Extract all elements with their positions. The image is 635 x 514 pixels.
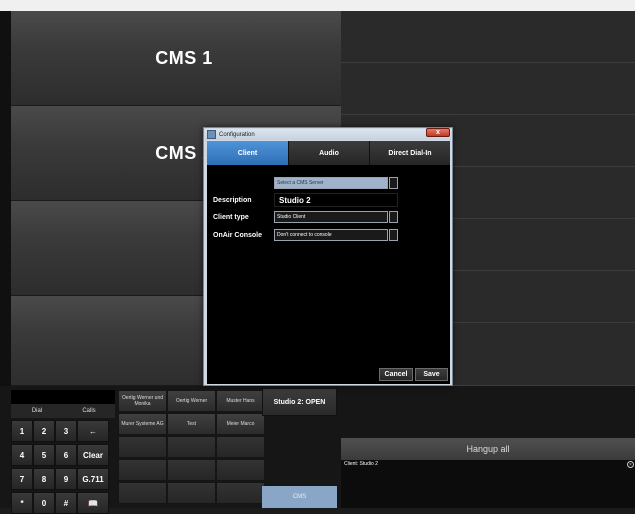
chevron-down-icon[interactable] <box>389 177 398 189</box>
dialog-content: Client Audio Direct Dial-In Select a CMS… <box>207 141 450 384</box>
onair-console-select[interactable]: Don't connect to console <box>274 229 388 241</box>
favorite-button-empty[interactable] <box>118 482 167 504</box>
key-3[interactable]: 3 <box>55 420 77 442</box>
key-1[interactable]: 1 <box>11 420 33 442</box>
favorites-grid: Oertig Werner und Monika Oertig Werner M… <box>118 390 265 504</box>
client-type-label: Client type <box>213 214 249 221</box>
favorite-button[interactable]: Oertig Werner <box>167 390 216 412</box>
dialog-title: Configuration <box>219 131 255 138</box>
description-input[interactable]: Studio 2 <box>274 193 398 207</box>
client-panel <box>341 460 635 508</box>
dial-tab[interactable]: Dial <box>11 404 63 418</box>
key-6[interactable]: 6 <box>55 444 77 466</box>
window-close-button[interactable]: x <box>426 128 450 137</box>
favorite-button-empty[interactable] <box>118 459 167 481</box>
save-button[interactable]: Save <box>415 368 448 381</box>
dial-display[interactable] <box>11 390 115 404</box>
right-list-row[interactable] <box>341 11 635 63</box>
dialog-titlebar[interactable]: Configuration <box>205 129 451 140</box>
app-icon <box>207 130 216 139</box>
favorite-button[interactable]: Test <box>167 413 216 435</box>
backspace-button[interactable]: ← <box>77 420 109 442</box>
calls-tab[interactable]: Calls <box>63 404 115 418</box>
key-0[interactable]: 0 <box>33 492 55 514</box>
keypad: 1 2 3 ← 4 5 6 Clear 7 8 9 G.711 * 0 # 📖 <box>11 420 117 514</box>
cms-tile-1[interactable]: CMS 1 <box>11 11 341 106</box>
cms-server-select[interactable]: Select a CMS Server <box>274 177 388 189</box>
cms-button[interactable]: CMS <box>262 486 337 508</box>
onair-console-label: OnAir Console <box>213 232 263 239</box>
favorite-button[interactable]: Murer Systeme AG <box>118 413 167 435</box>
tab-direct-dial-in[interactable]: Direct Dial-In <box>370 141 450 165</box>
favorite-button-empty[interactable] <box>216 436 265 458</box>
key-9[interactable]: 9 <box>55 468 77 490</box>
phonebook-icon[interactable]: 📖 <box>77 492 109 514</box>
codec-button[interactable]: G.711 <box>77 468 109 490</box>
cms-tile-label: CMS 1 <box>155 47 213 68</box>
tab-audio[interactable]: Audio <box>289 141 370 165</box>
favorite-button-empty[interactable] <box>167 482 216 504</box>
client-label: Client: Studio 2 <box>344 461 378 467</box>
key-8[interactable]: 8 <box>33 468 55 490</box>
favorite-button-empty[interactable] <box>216 459 265 481</box>
favorite-button[interactable]: Muster Hans <box>216 390 265 412</box>
top-strip <box>0 0 635 11</box>
key-star[interactable]: * <box>11 492 33 514</box>
favorite-button-empty[interactable] <box>216 482 265 504</box>
right-list-row[interactable] <box>341 63 635 115</box>
key-7[interactable]: 7 <box>11 468 33 490</box>
left-edge <box>0 11 11 386</box>
favorite-button-empty[interactable] <box>118 436 167 458</box>
studio-status-button[interactable]: Studio 2: OPEN <box>262 388 337 416</box>
favorite-button-empty[interactable] <box>167 436 216 458</box>
close-circle-icon[interactable]: × <box>627 461 634 468</box>
client-type-select[interactable]: Studio Client <box>274 211 388 223</box>
chevron-down-icon[interactable] <box>389 211 398 223</box>
hangup-all-button[interactable]: Hangup all <box>341 438 635 460</box>
favorite-button[interactable]: Oertig Werner und Monika <box>118 390 167 412</box>
favorite-button-empty[interactable] <box>167 459 216 481</box>
cancel-button[interactable]: Cancel <box>379 368 413 381</box>
configuration-dialog: Configuration x Client Audio Direct Dial… <box>203 127 453 386</box>
key-2[interactable]: 2 <box>33 420 55 442</box>
favorite-button[interactable]: Meier Marco <box>216 413 265 435</box>
clear-button[interactable]: Clear <box>77 444 109 466</box>
description-label: Description <box>213 197 252 204</box>
key-5[interactable]: 5 <box>33 444 55 466</box>
tab-client[interactable]: Client <box>207 141 289 165</box>
chevron-down-icon[interactable] <box>389 229 398 241</box>
key-4[interactable]: 4 <box>11 444 33 466</box>
key-hash[interactable]: # <box>55 492 77 514</box>
